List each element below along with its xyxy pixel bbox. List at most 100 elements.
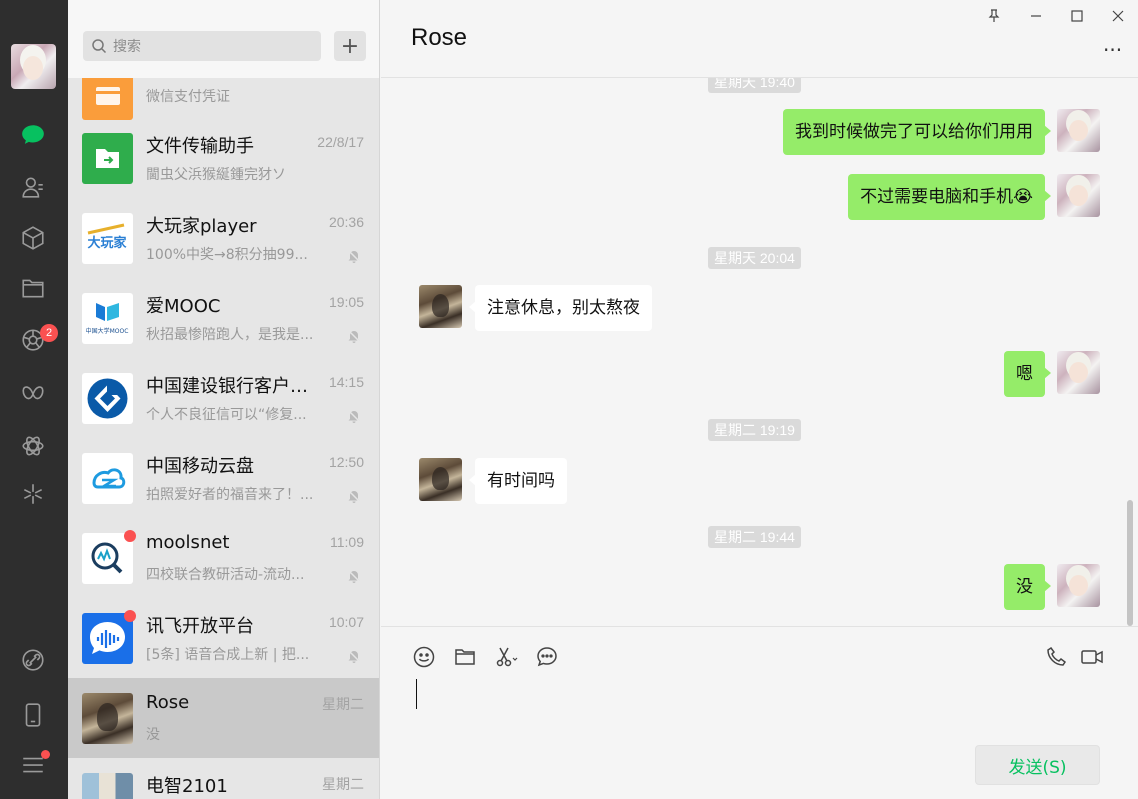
message-scrollbar[interactable] <box>1127 500 1133 626</box>
time-stamp: 星期天 19:40 <box>708 78 801 93</box>
conversation-preview: 个人不良征信可以“修复... <box>146 407 307 423</box>
chat-title: Rose <box>411 24 468 51</box>
menu-notification-dot <box>41 750 50 759</box>
file-transfer-avatar <box>82 133 133 184</box>
conversation-time: 星期二 <box>322 696 364 712</box>
conversation-name: 大玩家player <box>146 216 257 237</box>
conversation-name: 文件传输助手 <box>146 136 254 157</box>
conversation-name: Rose <box>146 692 190 713</box>
message-area: 星期天 19:40 我到时候做完了可以给你们用用 不过需要电脑和手机😭 星期天 … <box>381 78 1138 626</box>
rose-message-avatar[interactable] <box>419 285 462 328</box>
phone-icon[interactable] <box>18 700 48 730</box>
message-bubble-sent[interactable]: 嗯 <box>1004 351 1051 397</box>
add-button[interactable]: + <box>334 31 366 61</box>
message-bubble-sent[interactable]: 我到时候做完了可以给你们用用 <box>783 109 1051 155</box>
maximize-icon[interactable] <box>1067 6 1087 26</box>
my-message-avatar[interactable] <box>1057 564 1100 607</box>
unread-dot <box>124 610 136 622</box>
svg-text:大玩家: 大玩家 <box>87 235 127 251</box>
conversation-item[interactable]: 中国大学MOOC 爱MOOC 19:05 秋招最惨陪跑人，是我是... <box>68 278 379 358</box>
emoji-icon[interactable] <box>411 644 437 670</box>
message-bubble-sent[interactable]: 没 <box>1004 564 1051 610</box>
conversation-preview: 拍照爱好者的福音来了！... <box>146 487 314 503</box>
chat-history-icon[interactable] <box>534 644 560 670</box>
search-input[interactable]: 搜索 <box>83 31 321 61</box>
video-call-icon[interactable] <box>1079 644 1105 670</box>
navigation-rail: 2 <box>0 0 68 799</box>
search-placeholder: 搜索 <box>113 39 141 55</box>
voice-call-icon[interactable] <box>1044 644 1070 670</box>
conversation-time: 19:05 <box>328 294 364 310</box>
conversation-preview: 100%中奖→8积分抽99... <box>146 247 308 263</box>
conversation-name: moolsnet <box>146 532 230 553</box>
conversation-time: 星期二 <box>322 776 364 792</box>
conversation-preview: 微信支付凭证 <box>146 89 230 105</box>
close-icon[interactable] <box>1108 6 1128 26</box>
files-icon[interactable] <box>18 273 48 303</box>
imooc-avatar: 中国大学MOOC <box>82 293 133 344</box>
rose-avatar <box>82 693 133 744</box>
time-stamp: 星期二 19:19 <box>708 419 801 441</box>
my-message-avatar[interactable] <box>1057 351 1100 394</box>
mute-icon <box>347 489 361 503</box>
conversation-time: 14:15 <box>328 374 364 390</box>
conversation-time: 12:50 <box>328 454 364 470</box>
unread-dot <box>124 530 136 542</box>
mute-icon <box>347 249 361 263</box>
mini-programs-icon[interactable] <box>18 479 48 509</box>
time-stamp: 星期二 19:44 <box>708 526 801 548</box>
dawanjia-avatar: 大玩家 <box>82 213 133 264</box>
search-bar: 搜索 + <box>68 0 379 78</box>
chat-panel: Rose ··· 星期天 19:40 我到时候做完了可以给你们用用 不过需要电脑… <box>381 0 1138 799</box>
conversation-item[interactable]: 中国移动云盘 12:50 拍照爱好者的福音来了！... <box>68 438 379 518</box>
folder-icon[interactable] <box>452 644 478 670</box>
conversation-item[interactable]: 文件传输助手 22/8/17 閫虫父浜猴綖鍾完犲ソ <box>68 118 379 198</box>
conversation-time: 10:07 <box>328 614 364 630</box>
conversation-name: 讯飞开放平台 <box>146 616 254 637</box>
send-button[interactable]: 发送(S) <box>975 745 1100 785</box>
conversation-name: 电智2101 <box>146 776 228 797</box>
channels-icon[interactable] <box>18 379 48 409</box>
conversation-preview: [5条] 语音合成上新 | 把... <box>146 647 310 663</box>
link-icon[interactable] <box>18 645 48 675</box>
minimize-icon[interactable] <box>1026 6 1046 26</box>
mute-icon <box>347 329 361 343</box>
conversation-preview: 閫虫父浜猴綖鍾完犲ソ <box>146 167 286 183</box>
more-options-button[interactable]: ··· <box>1103 38 1122 62</box>
scissors-icon[interactable] <box>493 644 519 670</box>
conversation-preview: 秋招最惨陪跑人，是我是... <box>146 327 314 343</box>
favorites-icon[interactable] <box>18 223 48 253</box>
conversation-item[interactable]: 大玩家 大玩家player 20:36 100%中奖→8积分抽99... <box>68 198 379 278</box>
message-composer: 发送(S) <box>381 626 1138 799</box>
message-bubble-received[interactable]: 有时间吗 <box>469 458 567 504</box>
conversation-item-selected[interactable]: Rose 星期二 没 <box>68 678 379 758</box>
conversation-name: 中国移动云盘 <box>146 456 254 477</box>
my-avatar[interactable] <box>11 44 56 89</box>
conversation-name: 中国建设银行客户服... <box>146 376 322 397</box>
contacts-icon[interactable] <box>18 172 48 202</box>
time-stamp: 星期天 20:04 <box>708 247 801 269</box>
rose-message-avatar[interactable] <box>419 458 462 501</box>
message-bubble-sent[interactable]: 不过需要电脑和手机😭 <box>848 174 1051 220</box>
my-message-avatar[interactable] <box>1057 174 1100 217</box>
my-message-avatar[interactable] <box>1057 109 1100 152</box>
chat-icon[interactable] <box>18 120 48 150</box>
conversation-item[interactable]: moolsnet 11:09 四校联合教研活动-流动... <box>68 518 379 598</box>
pin-icon[interactable] <box>984 6 1004 26</box>
chat-header: Rose ··· <box>381 0 1138 78</box>
text-input-caret[interactable] <box>416 679 417 709</box>
conversation-item[interactable]: 讯飞开放平台 10:07 [5条] 语音合成上新 | 把... <box>68 598 379 678</box>
message-bubble-received[interactable]: 注意休息，别太熬夜 <box>469 285 652 331</box>
conversation-time: 22/8/17 <box>317 134 364 150</box>
conversation-time: 20:36 <box>328 214 364 230</box>
china-mobile-cloud-avatar <box>82 453 133 504</box>
conversation-preview: 没 <box>146 727 160 743</box>
search-discover-icon[interactable] <box>18 431 48 461</box>
ccb-avatar <box>82 373 133 424</box>
search-icon <box>92 39 107 54</box>
conversation-item[interactable]: 电智2101 星期二 <box>68 758 379 799</box>
conversation-name: 爱MOOC <box>146 296 221 317</box>
conversation-list: 微信支付凭证 搜索 + 文件传输助手 22/8/17 閫虫父浜猴綖鍾完犲ソ 大玩… <box>68 0 380 799</box>
conversation-item[interactable]: 中国建设银行客户服... 14:15 个人不良征信可以“修复... <box>68 358 379 438</box>
svg-text:中国大学MOOC: 中国大学MOOC <box>86 327 129 335</box>
